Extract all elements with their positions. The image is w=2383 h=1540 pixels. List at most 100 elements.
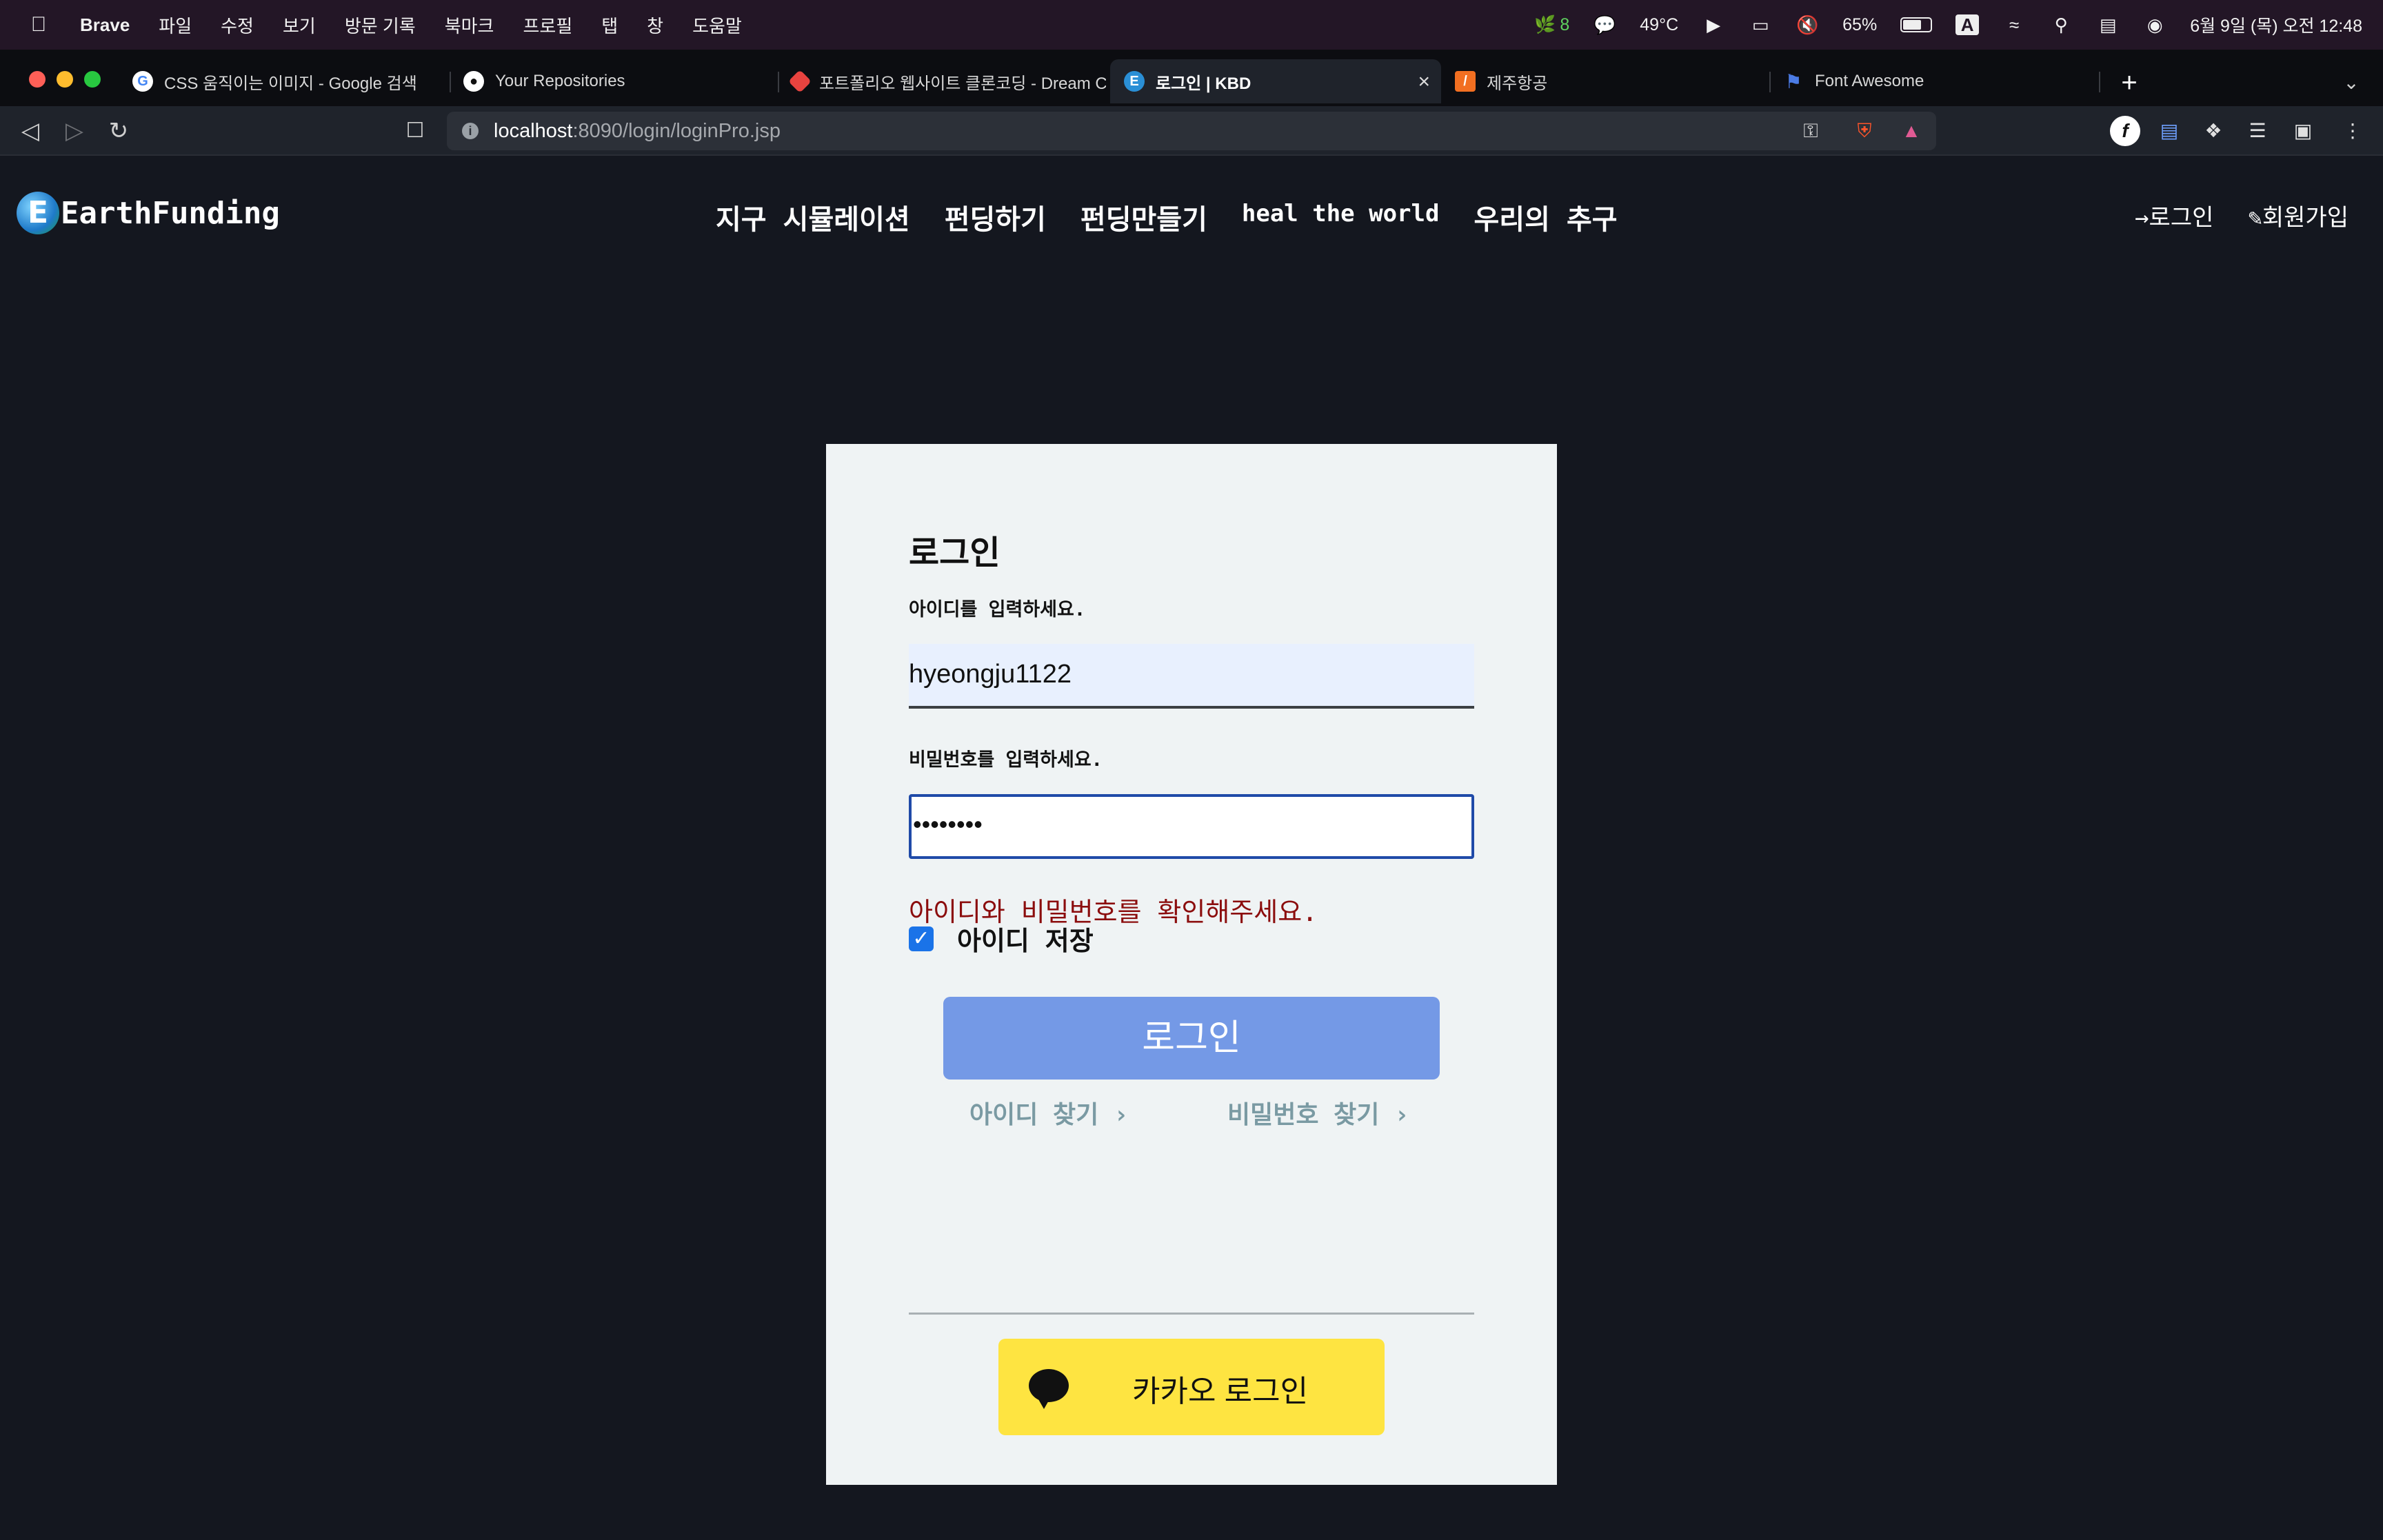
leaf-count: 8 (1560, 14, 1570, 34)
tab-title: 로그인 | KBD (1156, 74, 1251, 93)
brave-shields-icon[interactable]: ⛨ (1849, 116, 1880, 146)
flag-icon: ⚑ (1784, 70, 1802, 92)
apple-icon[interactable]:  (25, 13, 52, 37)
github-icon: ● (463, 71, 484, 92)
siri-icon[interactable]: ◉ (2143, 14, 2166, 35)
wifi-icon[interactable]: ≈ (2002, 14, 2026, 35)
edit-icon: ✎ (2248, 204, 2262, 232)
zoom-window-button[interactable] (84, 71, 101, 88)
menubar-status-area: 🌿 8 💬 49°C ▶ ▭ 🔇 65% A ≈ ⚲ ▤ ◉ 6월 9일 (목) … (1534, 0, 2362, 50)
menu-profiles[interactable]: 프로필 (523, 12, 572, 38)
control-center-icon[interactable]: ▤ (2096, 14, 2120, 35)
menu-history[interactable]: 방문 기록 (345, 12, 416, 38)
auth-links: →로그인 ✎회원가입 (2135, 199, 2349, 232)
back-button[interactable]: ◁ (15, 116, 46, 146)
bookmark-icon[interactable]: ☐ (400, 116, 430, 146)
menu-file[interactable]: 파일 (159, 12, 192, 38)
dream-coding-icon (788, 70, 812, 93)
tab-google-search[interactable]: G CSS 움직이는 이미지 - Google 검색 (119, 59, 436, 103)
find-id-link[interactable]: 아이디 찾기 › (969, 1095, 1129, 1131)
mute-icon[interactable]: 🔇 (1796, 14, 1819, 35)
tab-github[interactable]: ● Your Repositories (450, 59, 767, 103)
earth-icon: E (1124, 71, 1145, 92)
minimize-window-button[interactable] (57, 71, 73, 88)
password-label: 비밀번호를 입력하세요. (909, 749, 1103, 771)
nav-earth-simulation[interactable]: 지구 시뮬레이션 (716, 197, 910, 237)
reading-list-icon[interactable]: ☰ (2242, 116, 2273, 146)
remember-id-checkbox[interactable]: ✓ (909, 926, 934, 951)
nav-our-pursuit[interactable]: 우리의 추구 (1474, 197, 1617, 237)
remember-id-label: 아이디 저장 (957, 926, 1094, 956)
battery-percent[interactable]: 65% (1842, 15, 1877, 35)
temperature-readout[interactable]: 49°C (1640, 15, 1678, 35)
site-logo-text[interactable]: EarthFunding (61, 196, 280, 231)
display-icon[interactable]: ▭ (1749, 14, 1772, 35)
login-button[interactable]: 로그인 (943, 997, 1440, 1080)
tab-title: Font Awesome (1815, 72, 1924, 90)
remember-id[interactable]: ✓ 아이디 저장 (909, 920, 1094, 958)
header-signup-label: 회원가입 (2262, 204, 2349, 232)
login-card: 로그인 아이디를 입력하세요. hyeongju1122 비밀번호를 입력하세요… (826, 444, 1557, 1485)
password-input[interactable]: •••••••• (909, 794, 1474, 859)
url-path: :8090/login/loginPro.jsp (572, 119, 781, 142)
play-icon[interactable]: ▶ (1702, 14, 1725, 35)
extensions-icon[interactable]: ❖ (2198, 116, 2229, 146)
search-icon[interactable]: ⚲ (2049, 14, 2073, 35)
menu-icon[interactable]: ⋮ (2337, 116, 2368, 146)
menu-window[interactable]: 창 (647, 12, 663, 38)
address-bar[interactable]: i localhost :8090/login/loginPro.jsp (447, 112, 1936, 150)
tab-title: 제주항공 (1487, 74, 1548, 93)
header-signup-link[interactable]: ✎회원가입 (2248, 199, 2349, 232)
url-host: localhost (494, 119, 573, 142)
brave-rewards-icon[interactable]: ▲ (1896, 116, 1927, 146)
extension-f-icon[interactable]: f (2110, 116, 2140, 146)
tab-jeju-air[interactable]: / 제주항공 (1441, 59, 1758, 103)
tab-separator (2099, 72, 2100, 92)
find-password-link[interactable]: 비밀번호 찾기 › (1227, 1095, 1409, 1131)
tab-list-chevron-icon[interactable]: ⌄ (2336, 68, 2366, 98)
key-icon[interactable]: ⚿ (1796, 116, 1826, 146)
leaf-status[interactable]: 🌿 8 (1534, 15, 1569, 35)
login-title: 로그인 (909, 534, 1001, 572)
site-header: E EarthFunding 지구 시뮬레이션 펀딩하기 펀딩만들기 heal … (0, 156, 2383, 273)
menu-tab[interactable]: 탭 (601, 12, 618, 38)
tab-font-awesome[interactable]: ⚑ Font Awesome (1769, 59, 2087, 103)
new-tab-button[interactable]: + (2114, 68, 2144, 98)
menu-help[interactable]: 도움말 (692, 12, 742, 38)
nav-heal-the-world[interactable]: heal the world (1242, 197, 1440, 237)
close-window-button[interactable] (29, 71, 46, 88)
menu-app-name[interactable]: Brave (80, 14, 130, 36)
divider (909, 1313, 1474, 1315)
tab-title: 포트폴리오 웹사이트 클론코딩 - Dream C (819, 74, 1106, 93)
nav-create-funding[interactable]: 펀딩만들기 (1080, 197, 1207, 237)
reload-button[interactable]: ↻ (103, 116, 134, 146)
battery-icon[interactable] (1900, 17, 1933, 32)
forward-button[interactable]: ▷ (59, 116, 90, 146)
header-login-link[interactable]: →로그인 (2135, 199, 2213, 232)
close-tab-icon[interactable]: × (1418, 70, 1430, 94)
site-info-icon[interactable]: i (462, 123, 479, 139)
kakao-login-button[interactable]: 카카오 로그인 (998, 1339, 1385, 1435)
datetime[interactable]: 6월 9일 (목) 오전 12:48 (2190, 12, 2362, 37)
translate-icon[interactable]: ▤ (2154, 116, 2184, 146)
nav-funding[interactable]: 펀딩하기 (945, 197, 1046, 237)
tab-dream-coding[interactable]: 포트폴리오 웹사이트 클론코딩 - Dream C (778, 59, 1106, 103)
tab-login-active[interactable]: E 로그인 | KBD × (1110, 59, 1441, 103)
page-content: E EarthFunding 지구 시뮬레이션 펀딩하기 펀딩만들기 heal … (0, 156, 2383, 1540)
input-source-icon[interactable]: A (1955, 14, 1980, 35)
header-login-label: 로그인 (2149, 204, 2214, 232)
chat-icon[interactable]: 💬 (1593, 14, 1616, 35)
earth-logo-icon[interactable]: E (17, 192, 59, 234)
menu-view[interactable]: 보기 (283, 12, 316, 38)
menu-edit[interactable]: 수정 (221, 12, 254, 38)
id-input[interactable]: hyeongju1122 (909, 644, 1474, 709)
menu-bookmarks[interactable]: 북마크 (445, 12, 494, 38)
macos-menubar:  Brave 파일 수정 보기 방문 기록 북마크 프로필 탭 창 도움말 🌿… (0, 0, 2383, 50)
wallet-icon[interactable]: ▣ (2288, 116, 2318, 146)
jeju-air-icon: / (1455, 71, 1476, 92)
kakao-login-label: 카카오 로그인 (1132, 1375, 1309, 1408)
main-nav: 지구 시뮬레이션 펀딩하기 펀딩만들기 heal the world 우리의 추… (716, 197, 1618, 237)
sign-in-icon: → (2135, 204, 2149, 232)
google-icon: G (132, 71, 153, 92)
tab-title: CSS 움직이는 이미지 - Google 검색 (164, 74, 417, 93)
